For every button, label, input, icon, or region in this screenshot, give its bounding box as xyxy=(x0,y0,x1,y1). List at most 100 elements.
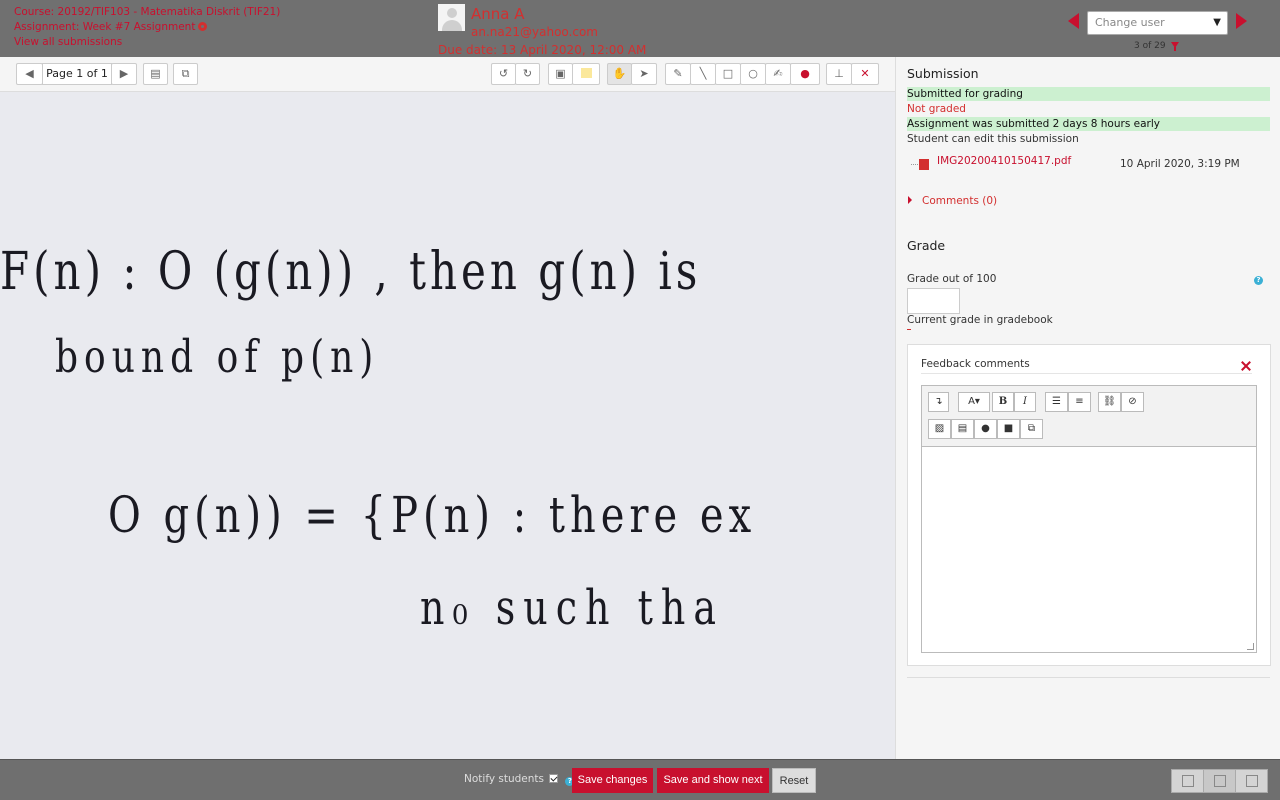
layout-collapse-grade-button[interactable] xyxy=(1235,769,1268,793)
record-video-button[interactable]: ■ xyxy=(997,419,1020,439)
handwritten-line-4: n₀ such tha xyxy=(420,580,724,635)
save-changes-button[interactable]: Save changes xyxy=(572,768,653,793)
rectangle-icon: □ xyxy=(722,67,734,80)
toolbar-toggle-button[interactable]: ↴ xyxy=(928,392,949,412)
line-tool-button[interactable]: ╲ xyxy=(690,63,716,85)
handwritten-line-3: O g(n)) = {P(n) : there ex xyxy=(108,487,757,545)
pen-tool-button[interactable]: ✎ xyxy=(665,63,691,85)
breadcrumbs: Course: 20192/TIF103 - Matematika Diskri… xyxy=(14,5,280,50)
user-name[interactable]: Anna A xyxy=(471,5,525,23)
submitted-file[interactable]: IMG20200410150417.pdf xyxy=(911,155,1071,170)
font-style-button[interactable]: A▾ xyxy=(958,392,990,412)
due-date: Due date: 13 April 2020, 12:00 AM xyxy=(438,43,647,57)
select-tool-button[interactable]: ➤ xyxy=(631,63,657,85)
oval-tool-button[interactable]: ○ xyxy=(740,63,766,85)
files-icon: ⧉ xyxy=(1027,423,1036,434)
page-select[interactable]: Page 1 of 1 xyxy=(42,63,112,85)
pdf-file-icon xyxy=(911,159,929,170)
bullet-list-button[interactable]: ☰ xyxy=(1045,392,1068,412)
pan-tool-button[interactable]: ✋ xyxy=(607,63,632,85)
insert-media-button[interactable]: ▤ xyxy=(951,419,974,439)
layout-right-icon xyxy=(1246,775,1258,787)
save-and-show-next-button[interactable]: Save and show next xyxy=(657,768,769,793)
user-email: an.na21@yahoo.com xyxy=(471,25,598,39)
insert-image-button[interactable]: ▨ xyxy=(928,419,951,439)
comments-toggle[interactable]: Comments (0) xyxy=(908,195,997,207)
submission-timing: Assignment was submitted 2 days 8 hours … xyxy=(907,117,1270,131)
file-link[interactable]: IMG20200410150417.pdf xyxy=(937,155,1071,167)
link-icon: ⛓ xyxy=(1103,396,1116,407)
feedback-section: Feedback comments ↴ A▾ B I ☰ ≡ ⛓ ⊘ ▨ ▤ ●… xyxy=(907,344,1271,666)
notify-checkbox[interactable] xyxy=(549,774,558,783)
current-grade-value: - xyxy=(907,329,911,330)
feedback-heading: Feedback comments xyxy=(921,358,1030,370)
submission-status: Submitted for grading xyxy=(907,87,1270,101)
reset-button[interactable]: Reset xyxy=(772,768,816,793)
next-user-icon[interactable] xyxy=(1236,13,1247,29)
assignment-link[interactable]: Assignment: Week #7 Assignment xyxy=(14,21,195,33)
manage-files-button[interactable]: ⧉ xyxy=(1020,419,1043,439)
cursor-icon: ➤ xyxy=(639,67,649,80)
image-icon: ▨ xyxy=(934,423,945,434)
comments-label: Comments (0) xyxy=(922,195,998,207)
delete-annotation-button[interactable]: ✕ xyxy=(851,63,879,85)
rectangle-tool-button[interactable]: □ xyxy=(715,63,741,85)
layout-collapse-review-button[interactable] xyxy=(1171,769,1204,793)
comment-color-button[interactable] xyxy=(572,63,600,85)
change-user-select[interactable]: Change user ▼ xyxy=(1087,11,1228,35)
feedback-textarea[interactable] xyxy=(922,448,1256,652)
grading-status: Not graded xyxy=(907,103,966,115)
layout-center-icon xyxy=(1214,775,1226,787)
next-page-button[interactable]: ▶ xyxy=(111,63,137,85)
divider xyxy=(921,373,1252,374)
course-link[interactable]: Course: 20192/TIF103 - Matematika Diskri… xyxy=(14,6,280,18)
font-icon: A▾ xyxy=(968,396,980,407)
settings-cog-icon[interactable] xyxy=(198,22,208,31)
microphone-icon: ● xyxy=(981,423,990,434)
numbered-list-icon: ≡ xyxy=(1075,396,1084,407)
rotate-left-button[interactable]: ↺ xyxy=(491,63,516,85)
dropdown-arrow-icon: ▼ xyxy=(1213,17,1221,28)
annotation-color-button[interactable]: ● xyxy=(790,63,820,85)
collapse-feedback-icon[interactable] xyxy=(1241,361,1251,371)
search-comments-button[interactable]: ▤ xyxy=(143,63,168,85)
highlighter-icon: ✍ xyxy=(773,67,783,80)
unlink-button[interactable]: ⊘ xyxy=(1121,392,1144,412)
previous-user-icon[interactable] xyxy=(1068,13,1079,29)
divider xyxy=(907,677,1270,678)
rotate-left-icon: ↺ xyxy=(498,67,509,80)
comment-search-icon: ▤ xyxy=(150,67,161,80)
highlight-tool-button[interactable]: ✍ xyxy=(765,63,791,85)
layout-default-button[interactable] xyxy=(1203,769,1236,793)
help-icon[interactable]: ? xyxy=(1254,276,1263,285)
stamp-icon: ⊥ xyxy=(834,67,844,80)
grade-label: Grade out of 100 xyxy=(907,273,997,285)
resize-handle[interactable] xyxy=(1247,643,1254,650)
notify-students-control: Notify students ? xyxy=(464,773,575,786)
prev-page-button[interactable]: ◀ xyxy=(16,63,43,85)
close-icon: ✕ xyxy=(860,67,870,80)
bold-button[interactable]: B xyxy=(992,392,1014,412)
link-button[interactable]: ⛓ xyxy=(1098,392,1121,412)
edit-status: Student can edit this submission xyxy=(907,133,1079,145)
grade-input[interactable] xyxy=(907,288,960,314)
header-bar: Course: 20192/TIF103 - Matematika Diskri… xyxy=(0,0,1280,57)
pdf-document-view[interactable]: F(n) : O (g(n)) , then g(n) is bound of … xyxy=(0,92,895,759)
italic-button[interactable]: I xyxy=(1014,392,1036,412)
comment-tool-button[interactable]: ▣ xyxy=(548,63,573,85)
hand-icon: ✋ xyxy=(612,67,627,80)
unlink-icon: ⊘ xyxy=(1128,396,1137,407)
notify-label: Notify students xyxy=(464,773,544,785)
view-all-submissions-link[interactable]: View all submissions xyxy=(14,36,122,48)
color-drop-icon: ● xyxy=(800,67,810,80)
expand-button[interactable]: ⧉ xyxy=(173,63,198,85)
handwritten-line-1: F(n) : O (g(n)) , then g(n) is xyxy=(0,240,702,302)
toggle-arrow-icon: ↴ xyxy=(934,396,943,407)
numbered-list-button[interactable]: ≡ xyxy=(1068,392,1091,412)
record-audio-button[interactable]: ● xyxy=(974,419,997,439)
media-icon: ▤ xyxy=(957,423,968,434)
rotate-right-button[interactable]: ↻ xyxy=(515,63,540,85)
grading-panel: Submission Submitted for grading Not gra… xyxy=(895,57,1280,759)
filter-icon[interactable] xyxy=(1171,42,1179,51)
stamp-tool-button[interactable]: ⊥ xyxy=(826,63,852,85)
